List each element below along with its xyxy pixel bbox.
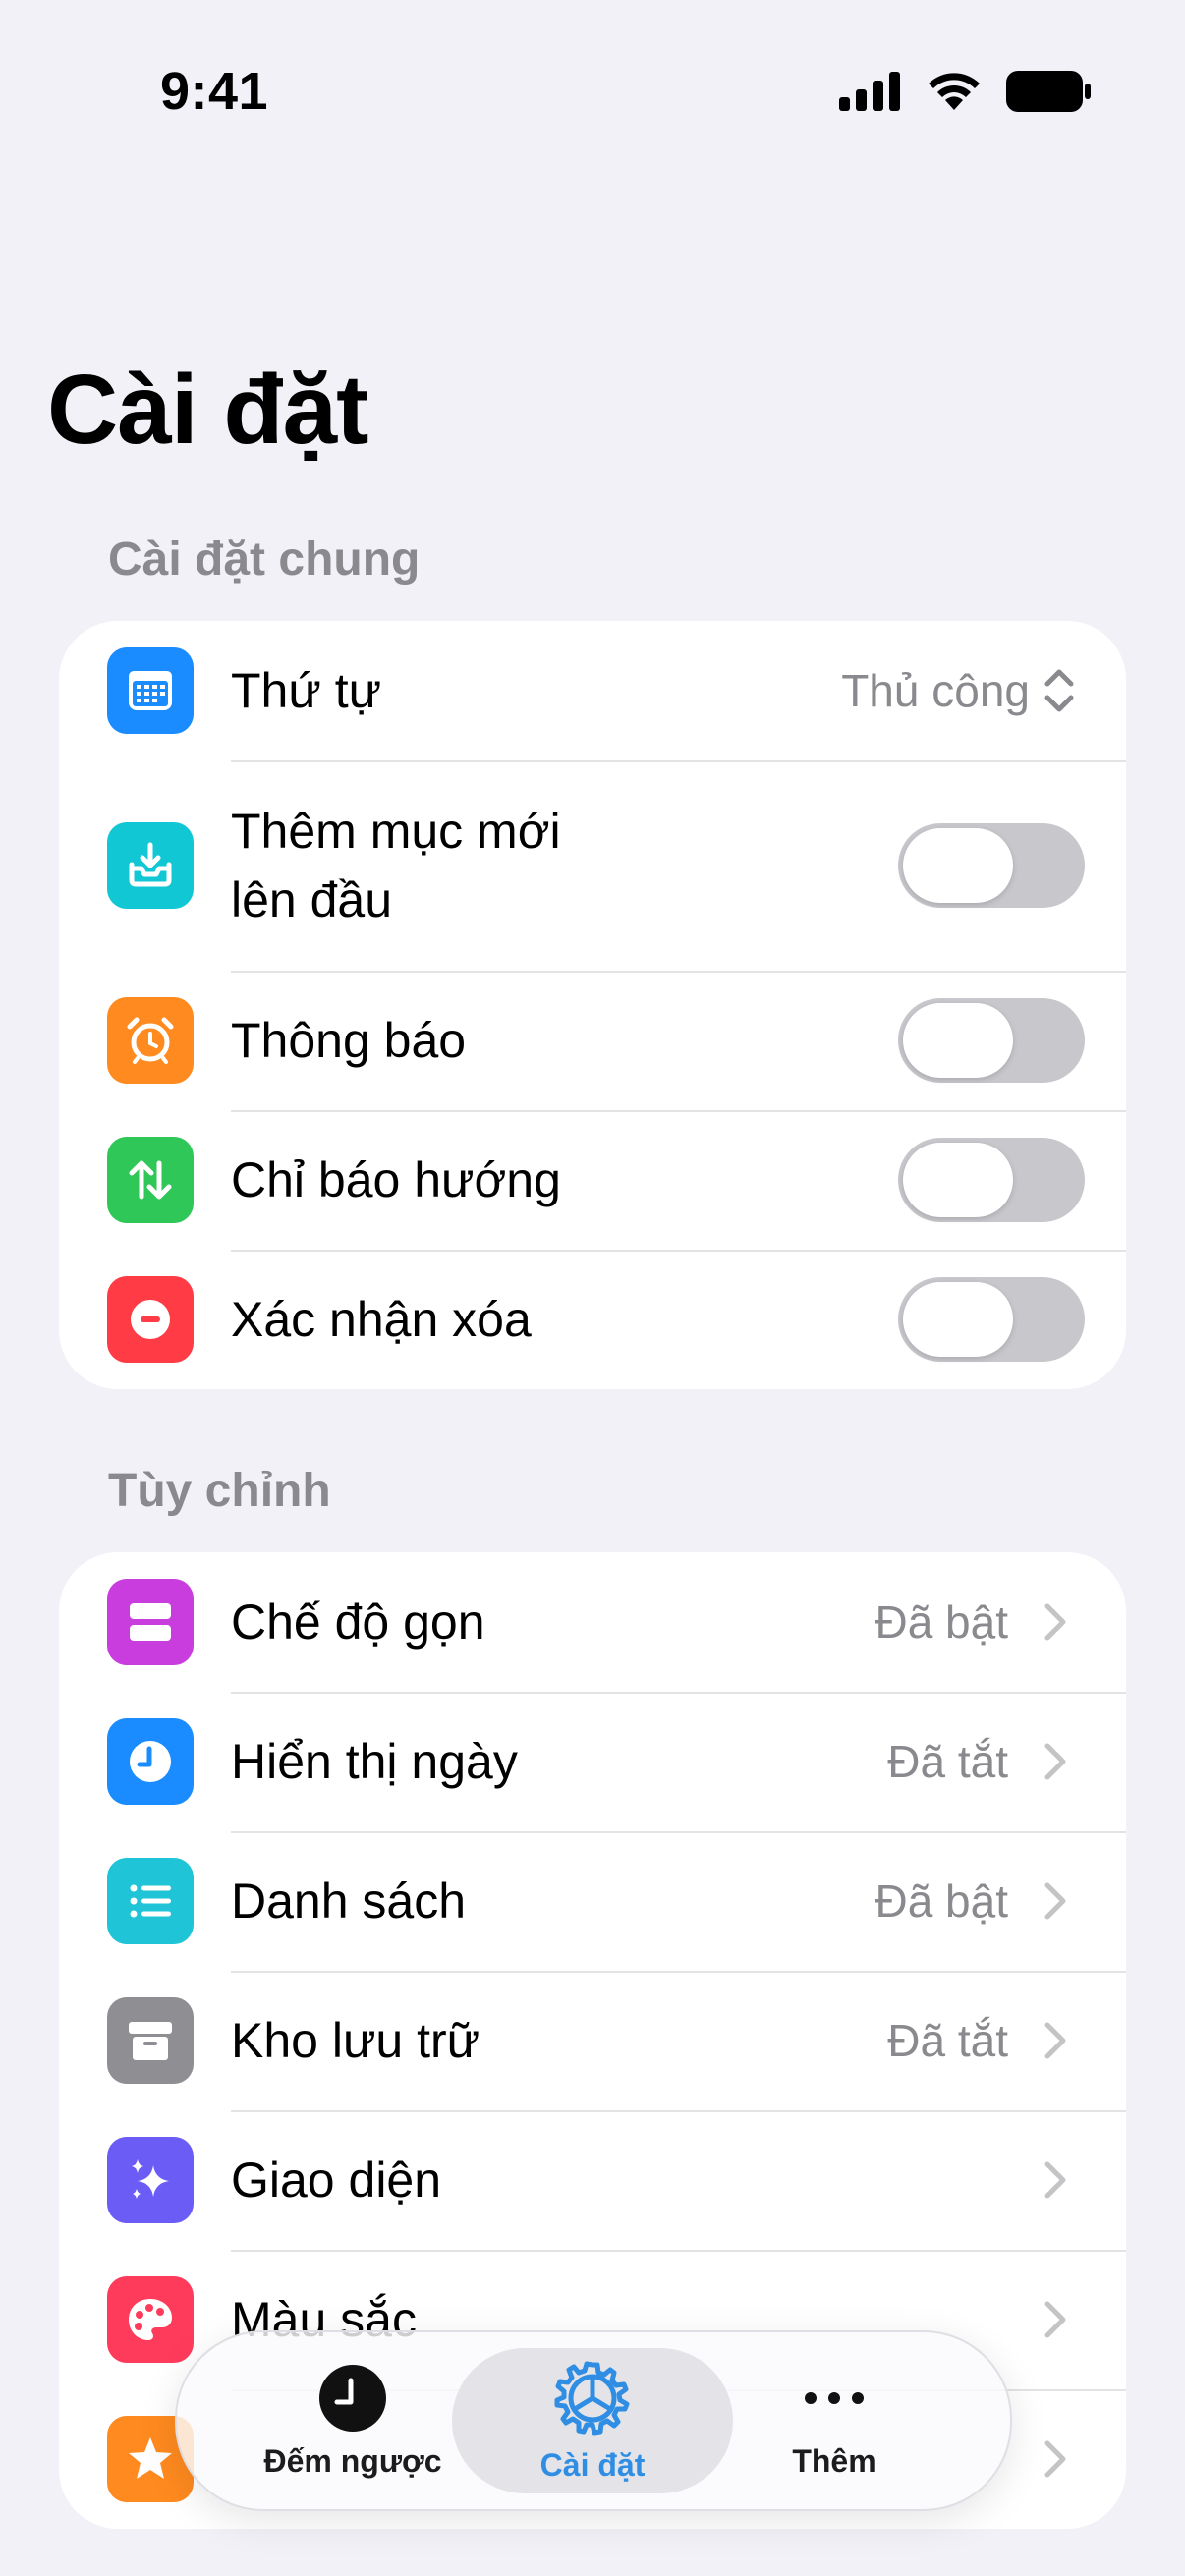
row-archive[interactable]: Kho lưu trữ Đã tắt — [59, 1971, 1126, 2110]
countdown-clock-icon — [319, 2364, 386, 2432]
chevron-right-icon — [1044, 1743, 1066, 1780]
tab-settings[interactable]: Cài đặt — [452, 2348, 733, 2493]
general-settings-card: Thứ tự Thủ công Thêm mục mới lên đầu Thô… — [59, 621, 1126, 1389]
gear-icon — [554, 2361, 630, 2435]
add-new-on-top-toggle[interactable] — [898, 823, 1085, 908]
row-sort-order[interactable]: Thứ tự Thủ công — [59, 621, 1126, 760]
row-label: Thông báo — [231, 1013, 467, 1068]
toggle-knob — [903, 828, 1013, 903]
row-value: Đã bật — [875, 1596, 1008, 1648]
row-label: Giao diện — [231, 2153, 442, 2208]
status-time: 9:41 — [160, 62, 269, 121]
archive-box-icon — [107, 1997, 194, 2084]
tab-label: Thêm — [792, 2442, 876, 2479]
row-direction-indicator: Chỉ báo hướng — [59, 1110, 1126, 1250]
section-header-general: Cài đặt chung — [108, 533, 421, 586]
row-value: Đã tắt — [887, 1736, 1008, 1787]
more-dots-icon — [805, 2391, 864, 2404]
page-title: Cài đặt — [47, 355, 368, 465]
row-label: Thứ tự — [231, 663, 382, 718]
sparkles-icon — [107, 2137, 194, 2223]
tab-bar: Đếm ngược Cài đặt Thêm — [175, 2330, 1012, 2511]
palette-icon — [107, 2276, 194, 2363]
chevron-right-icon — [1044, 2161, 1066, 2199]
row-compact-mode[interactable]: Chế độ gọn Đã bật — [59, 1552, 1126, 1692]
toggle-knob — [903, 1143, 1013, 1217]
wifi-icon — [929, 73, 980, 110]
list-icon — [107, 1858, 194, 1944]
row-value: Đã bật — [875, 1876, 1008, 1927]
direction-indicator-toggle[interactable] — [898, 1138, 1085, 1222]
clock-icon — [107, 1718, 194, 1805]
row-label: Xác nhận xóa — [231, 1292, 532, 1347]
toggle-knob — [903, 1003, 1013, 1078]
tab-label: Cài đặt — [539, 2446, 646, 2483]
tab-label: Đếm ngược — [263, 2442, 442, 2479]
minus-circle-icon — [107, 1276, 194, 1363]
toggle-knob — [903, 1282, 1013, 1357]
row-value: Đã tắt — [887, 2015, 1008, 2066]
notifications-toggle[interactable] — [898, 998, 1085, 1083]
chevron-right-icon — [1044, 1603, 1066, 1641]
sort-order-value: Thủ công — [841, 665, 1030, 716]
row-label: Hiển thị ngày — [231, 1734, 518, 1789]
cellular-signal-icon — [839, 72, 900, 111]
settings-screen: 9:41 Cài đặt Cài đặt chung Thứ tự Thủ cô… — [0, 0, 1185, 2576]
battery-icon — [1006, 71, 1091, 112]
up-down-chevron-icon — [1044, 669, 1074, 712]
status-icons — [839, 71, 1091, 112]
chevron-right-icon — [1044, 2301, 1066, 2338]
row-label: Kho lưu trữ — [231, 2013, 480, 2068]
alarm-clock-icon — [107, 997, 194, 1084]
row-appearance[interactable]: Giao diện — [59, 2110, 1126, 2250]
row-label: Thêm mục mới lên đầu — [231, 804, 561, 927]
chevron-right-icon — [1044, 2440, 1066, 2478]
row-confirm-delete: Xác nhận xóa — [59, 1250, 1126, 1389]
row-label: Danh sách — [231, 1874, 467, 1929]
row-label: Chế độ gọn — [231, 1595, 485, 1650]
chevron-right-icon — [1044, 2022, 1066, 2059]
row-list[interactable]: Danh sách Đã bật — [59, 1831, 1126, 1971]
section-header-custom: Tùy chỉnh — [108, 1465, 331, 1517]
chevron-right-icon — [1044, 1882, 1066, 1920]
row-show-date[interactable]: Hiển thị ngày Đã tắt — [59, 1692, 1126, 1831]
row-add-new-on-top: Thêm mục mới lên đầu — [59, 760, 1126, 971]
up-down-arrows-icon — [107, 1137, 194, 1223]
tray-download-icon — [107, 822, 194, 909]
compact-rows-icon — [107, 1579, 194, 1665]
row-label: Chỉ báo hướng — [231, 1152, 561, 1207]
calendar-icon — [107, 647, 194, 734]
confirm-delete-toggle[interactable] — [898, 1277, 1085, 1362]
row-notifications: Thông báo — [59, 971, 1126, 1110]
tab-more[interactable]: Thêm — [694, 2348, 975, 2493]
